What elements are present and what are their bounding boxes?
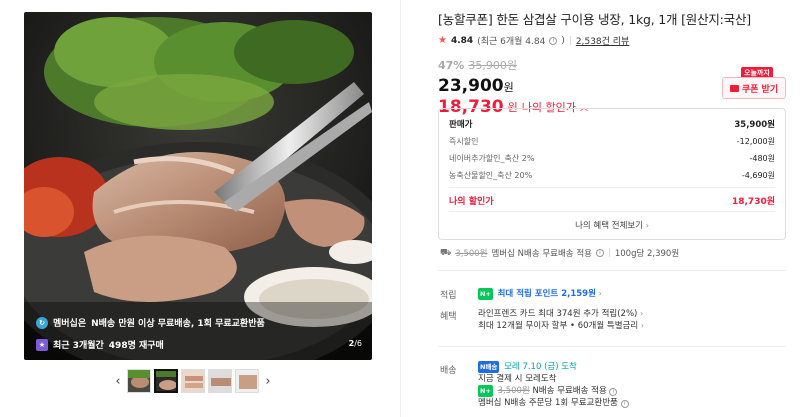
breakdown-divider [449, 187, 775, 188]
overlay-text: 498명 재구매 [108, 341, 164, 351]
delivery-line-4: 멤버십 N배송 주문당 1회 무료교환반품 [478, 398, 618, 408]
n-delivery-badge: N배송 [478, 361, 500, 373]
repurchase-overlay: ★ 최근 3개월간 498명 재구매 [36, 338, 164, 351]
info-icon[interactable]: i [595, 249, 604, 257]
overlay-prefix: 최근 3개월간 [53, 341, 104, 351]
benefit-line-1: 라인프렌즈 카드 최대 374원 추가 적립(2%) [478, 309, 638, 319]
view-all-label: 나의 혜택 전체보기 [575, 221, 644, 231]
npay-plus-badge: N+ [478, 288, 493, 300]
image-counter: 2/6 [349, 339, 362, 348]
breakdown-row: 네이버추가할인_축산 2% -480원 [449, 153, 775, 164]
info-icon[interactable]: i [620, 400, 629, 408]
section-divider [438, 346, 786, 347]
counter-total: /6 [354, 339, 362, 348]
rating-value: 4.84 [450, 35, 474, 46]
chevron-left-icon[interactable]: ‹ [112, 370, 124, 392]
row-value: 35,900원 [734, 120, 775, 130]
row-value: 18,730원 [731, 197, 775, 207]
star-icon: ★ [438, 35, 447, 46]
row-value: -480원 [749, 154, 775, 163]
points-label: 적립 [440, 291, 457, 301]
thumbnail-strip: ‹ › [112, 368, 290, 394]
row-label: 농축산물할인_축산 20% [449, 171, 533, 180]
overlay-text: N배송 만원 이상 무료배송, 1회 무료교환반품 [91, 319, 265, 329]
thumbnail-5[interactable] [235, 369, 259, 393]
product-main-image[interactable]: ↻ 멤버십은 N배송 만원 이상 무료배송, 1회 무료교환반품 ★ 최근 3개… [24, 12, 372, 360]
arrival-date: 모레 7.10 (금) 도착 [504, 362, 577, 372]
delivery-label: 배송 [440, 366, 457, 376]
membership-overlay: ↻ 멤버십은 N배송 만원 이상 무료배송, 1회 무료교환반품 [36, 316, 265, 329]
sale-price-value: 23,900 [438, 76, 504, 96]
truck-icon: ⛟ [440, 247, 452, 258]
breakdown-row: 판매가 35,900원 [449, 118, 775, 130]
chevron-right-icon: › [645, 221, 649, 230]
thumbnail-2[interactable] [154, 369, 178, 393]
chevron-right-icon: › [598, 289, 602, 298]
thumbnail-4[interactable] [208, 369, 232, 393]
delivery-line-2: 지금 결제 시 모레도착 [478, 374, 557, 384]
discount-row: 47% 35,900원 [438, 57, 786, 73]
benefit-label: 혜택 [440, 312, 457, 322]
row-label: 네이버추가할인_축산 2% [449, 154, 535, 163]
unit-price: 100g당 2,390원 [614, 249, 680, 259]
coupon-download-button[interactable]: 쿠폰 받기 [722, 77, 786, 99]
shipping-summary: ⛟ 3,500원 멤버십 N배송 무료배송 적용 i | 100g당 2,390… [440, 247, 680, 260]
price-breakdown: 판매가 35,900원 즉시할인 -12,000원 네이버추가할인_축산 2% … [438, 108, 786, 240]
column-divider [400, 0, 401, 417]
section-divider [438, 270, 786, 271]
delivery-fee-original: 3,500원 [497, 386, 530, 396]
thumbnail-1[interactable] [127, 369, 151, 393]
thumbnail-3[interactable] [181, 369, 205, 393]
original-price: 35,900원 [468, 59, 517, 72]
info-icon[interactable]: i [609, 388, 618, 396]
chevron-right-icon: › [640, 321, 645, 330]
rating-detail: (최근 6개월 4.84 [477, 37, 546, 47]
sale-price-unit: 원 [503, 81, 514, 94]
row-label: 판매가 [449, 120, 473, 130]
benefit-body[interactable]: 라인프렌즈 카드 최대 374원 추가 적립(2%) › 최대 12개월 무이자… [478, 308, 644, 332]
view-all-benefits-button[interactable]: 나의 혜택 전체보기 › [439, 219, 785, 231]
benefit-line-2: 최대 12개월 무이자 할부 • 60개월 특별금리 [478, 321, 639, 331]
review-count-link[interactable]: 2,538건 리뷰 [576, 34, 629, 47]
points-text: 최대 적립 포인트 2,159원 [497, 289, 596, 299]
repurchase-icon: ★ [36, 338, 48, 351]
breakdown-divider [449, 211, 775, 212]
shipping-fee-original: 3,500원 [455, 249, 488, 259]
info-icon[interactable]: i [549, 36, 558, 45]
delivery-line-3: N배송 무료배송 적용 [532, 386, 607, 396]
chevron-right-icon[interactable]: › [262, 370, 274, 392]
separator: | [607, 248, 611, 258]
pork-belly-photo [24, 12, 372, 360]
breakdown-my-price: 나의 할인가 18,730원 [449, 194, 775, 207]
discount-percent: 47% [438, 58, 465, 72]
breakdown-row: 즉시할인 -12,000원 [449, 136, 775, 147]
row-value: -12,000원 [736, 137, 775, 146]
separator: | [568, 35, 572, 46]
rating-row: ★ 4.84 (최근 6개월 4.84 i) | 2,538건 리뷰 [438, 34, 630, 47]
breakdown-row: 농축산물할인_축산 20% -4,690원 [449, 170, 775, 181]
npay-plus-badge: N+ [478, 385, 493, 397]
points-body[interactable]: N+ 최대 적립 포인트 2,159원 › [478, 288, 602, 300]
coupon-icon [729, 84, 739, 92]
delivery-icon: ↻ [36, 316, 48, 329]
overlay-prefix: 멤버십은 [53, 319, 87, 329]
row-label: 즉시할인 [449, 137, 479, 146]
chevron-right-icon: › [640, 309, 644, 318]
row-value: -4,690원 [741, 171, 775, 180]
shipping-text: 멤버십 N배송 무료배송 적용 [491, 249, 592, 259]
row-label: 나의 할인가 [449, 197, 494, 207]
coupon-label: 쿠폰 받기 [741, 84, 779, 95]
product-info: [농할쿠폰] 한돈 삼겹살 구이용 냉장, 1kg, 1개 [원산지:국산] ★… [438, 12, 786, 117]
product-title: [농할쿠폰] 한돈 삼겹살 구이용 냉장, 1kg, 1개 [원산지:국산] [438, 12, 751, 27]
delivery-body: N배송 모레 7.10 (금) 도착 지금 결제 시 모레도착 N+ 3,500… [478, 361, 629, 409]
